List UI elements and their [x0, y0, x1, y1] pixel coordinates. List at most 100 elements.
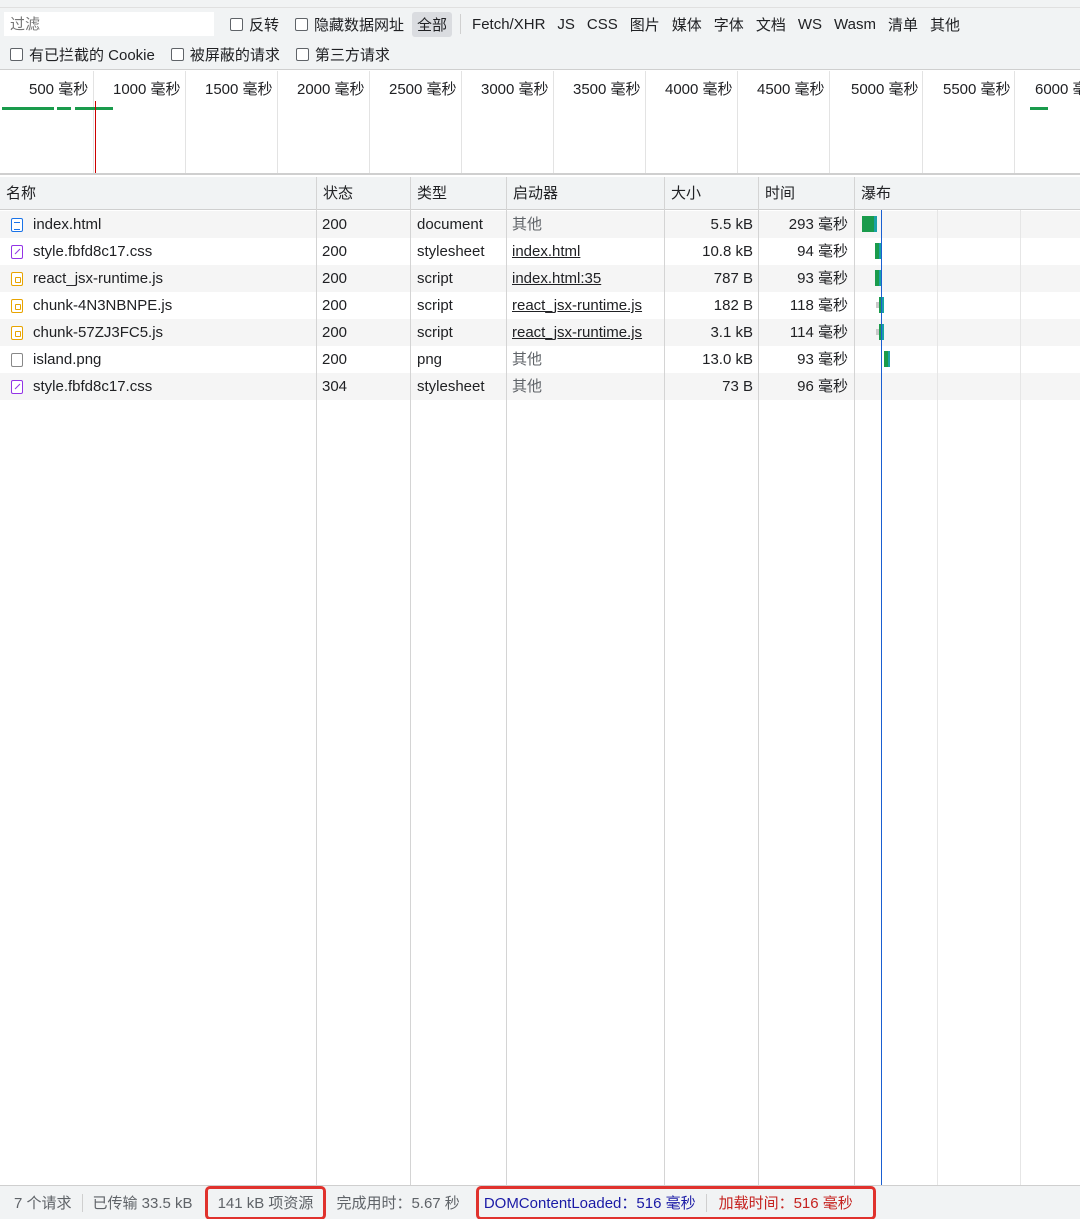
request-type: document	[417, 216, 483, 233]
request-initiator-link[interactable]: react_jsx-runtime.js	[512, 292, 657, 319]
request-initiator: 其他	[512, 351, 543, 368]
request-size: 787 B	[713, 270, 753, 287]
request-type: script	[417, 324, 453, 341]
column-header-time[interactable]: 时间	[759, 177, 795, 210]
image-icon	[11, 353, 23, 367]
column-header-name[interactable]: 名称	[0, 177, 36, 210]
request-time: 94 毫秒	[797, 243, 848, 260]
blocked-cookies-label: 有已拦截的 Cookie	[29, 47, 155, 64]
invert-label: 反转	[249, 16, 280, 34]
request-name: index.html	[33, 216, 102, 233]
request-time: 93 毫秒	[797, 270, 848, 287]
request-initiator: 其他	[512, 378, 543, 395]
load-event-marker	[95, 101, 96, 173]
overview-gridline	[553, 71, 554, 173]
highlight-box: DOMContentLoaded：516 毫秒 加载时间：516 毫秒	[475, 1185, 876, 1219]
third-party-checkbox[interactable]: 第三方请求	[295, 44, 390, 65]
request-initiator-link[interactable]: react_jsx-runtime.js	[512, 319, 657, 346]
request-initiator: 其他	[512, 216, 543, 233]
request-type: png	[417, 351, 443, 368]
table-row[interactable]: chunk-4N3NBNPE.js 200 script react_jsx-r…	[0, 292, 1080, 319]
type-filter-media[interactable]: 媒体	[667, 12, 707, 37]
hide-data-urls-checkbox[interactable]: 隐藏数据网址	[295, 14, 404, 35]
dom-content-loaded-time: DOMContentLoaded：516 毫秒	[483, 1195, 696, 1212]
request-table-header: 名称 状态 类型 启动器 大小 时间 瀑布	[0, 177, 1080, 210]
overview-gridline	[645, 71, 646, 173]
overview-request-bar	[75, 107, 113, 110]
blocked-cookies-checkbox[interactable]: 有已拦截的 Cookie	[10, 44, 155, 65]
column-divider[interactable]	[316, 177, 317, 1185]
request-initiator-link[interactable]: index.html	[512, 238, 657, 265]
column-divider[interactable]	[854, 177, 855, 1185]
overview-request-bar	[2, 107, 54, 110]
request-type: script	[417, 270, 453, 287]
third-party-label: 第三方请求	[314, 47, 390, 64]
overview-tick-label: 2500 毫秒	[389, 81, 457, 98]
stylesheet-icon	[11, 380, 23, 394]
overview-gridline	[369, 71, 370, 173]
overview-tick-label: 4500 毫秒	[757, 81, 825, 98]
table-row[interactable]: style.fbfd8c17.css 304 stylesheet 其他 73 …	[0, 373, 1080, 400]
column-header-size[interactable]: 大小	[665, 177, 701, 210]
checkbox-icon	[230, 17, 243, 31]
request-status: 200	[322, 351, 348, 368]
blocked-requests-checkbox[interactable]: 被屏蔽的请求	[170, 44, 280, 65]
filter-bar: 反转 隐藏数据网址 全部 Fetch/XHR JS CSS 图片 媒体 字体 文…	[0, 8, 1080, 40]
waterfall-download	[882, 297, 884, 313]
column-header-status[interactable]: 状态	[317, 177, 353, 210]
highlight-box: 141 kB 项资源	[204, 1185, 327, 1219]
resources-size: 141 kB 项资源	[217, 1195, 314, 1212]
table-row[interactable]: island.png 200 png 其他 13.0 kB 93 毫秒	[0, 346, 1080, 373]
type-filter-font[interactable]: 字体	[709, 12, 749, 37]
type-filter-js[interactable]: JS	[552, 14, 580, 35]
request-size: 73 B	[722, 378, 753, 395]
column-header-initiator[interactable]: 启动器	[507, 177, 558, 210]
request-size: 3.1 kB	[710, 324, 753, 341]
type-filter-manifest[interactable]: 清单	[883, 12, 923, 37]
request-initiator-link[interactable]: index.html:35	[512, 265, 657, 292]
type-filter-doc[interactable]: 文档	[751, 12, 791, 37]
overview-tick-label: 4000 毫秒	[665, 81, 733, 98]
column-header-waterfall[interactable]: 瀑布	[855, 177, 891, 210]
filter-input[interactable]	[4, 12, 214, 36]
request-name: style.fbfd8c17.css	[33, 243, 153, 260]
overview-request-bar	[1030, 107, 1048, 110]
overview-tick-label: 1500 毫秒	[205, 81, 273, 98]
request-name: react_jsx-runtime.js	[33, 270, 164, 287]
type-filter-img[interactable]: 图片	[625, 12, 665, 37]
table-row[interactable]: chunk-57ZJ3FC5.js 200 script react_jsx-r…	[0, 319, 1080, 346]
type-filter-ws[interactable]: WS	[793, 14, 827, 35]
request-count: 7 个请求	[14, 1195, 72, 1212]
column-divider[interactable]	[758, 177, 759, 1185]
column-divider[interactable]	[664, 177, 665, 1185]
type-filter-all[interactable]: 全部	[412, 11, 453, 37]
checkbox-icon	[295, 17, 309, 31]
column-divider[interactable]	[410, 177, 411, 1185]
dom-content-loaded-marker	[881, 210, 882, 1185]
type-filter-wasm[interactable]: Wasm	[829, 14, 881, 35]
type-filter-other[interactable]: 其他	[925, 12, 965, 37]
waterfall-download	[874, 216, 877, 232]
type-filter-fetch-xhr[interactable]: Fetch/XHR	[467, 14, 550, 35]
request-type: stylesheet	[417, 243, 485, 260]
table-row[interactable]: index.html 200 document 其他 5.5 kB 293 毫秒	[0, 211, 1080, 238]
overview-tick-label: 2000 毫秒	[297, 81, 365, 98]
checkbox-icon	[170, 48, 184, 61]
waterfall-gridline	[937, 210, 938, 1185]
request-status: 304	[322, 378, 348, 395]
request-type: script	[417, 297, 453, 314]
column-header-type[interactable]: 类型	[411, 177, 447, 210]
load-time: 加载时间：516 毫秒	[718, 1195, 853, 1212]
invert-checkbox[interactable]: 反转	[230, 14, 279, 35]
overview-timeline[interactable]: 500 毫秒 1000 毫秒 1500 毫秒 2000 毫秒 2500 毫秒 3…	[0, 71, 1080, 175]
overview-tick-label: 500 毫秒	[29, 81, 89, 98]
overview-gridline	[461, 71, 462, 173]
type-filter-css[interactable]: CSS	[582, 14, 623, 35]
table-row[interactable]: react_jsx-runtime.js 200 script index.ht…	[0, 265, 1080, 292]
checkbox-icon	[295, 48, 309, 61]
column-divider[interactable]	[506, 177, 507, 1185]
request-size: 182 B	[713, 297, 753, 314]
script-icon	[11, 272, 23, 286]
table-row[interactable]: style.fbfd8c17.css 200 stylesheet index.…	[0, 238, 1080, 265]
overview-gridline	[829, 71, 830, 173]
